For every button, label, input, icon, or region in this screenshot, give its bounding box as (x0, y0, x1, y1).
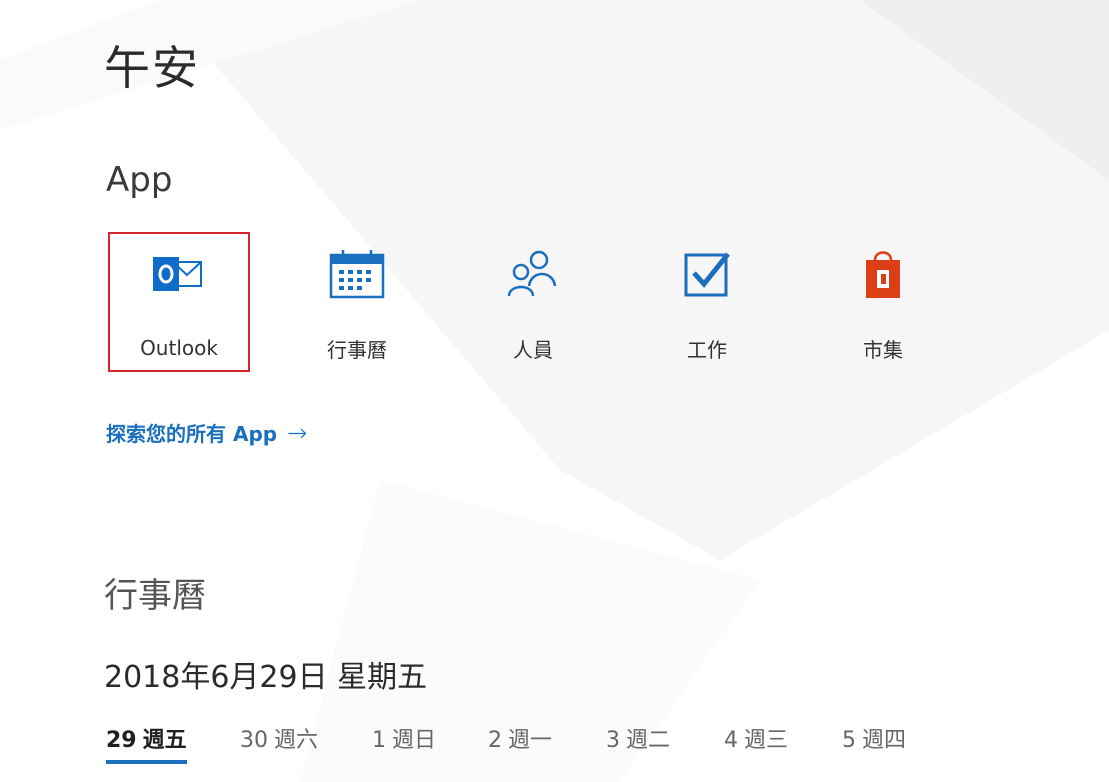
day-tab-5[interactable]: 5 週四 (842, 722, 906, 764)
day-weekday: 週三 (744, 728, 789, 753)
active-day-underline (106, 760, 187, 764)
day-weekday: 週四 (862, 728, 907, 753)
app-tile-store[interactable]: 市集 (812, 232, 954, 372)
day-tabs: 29 週五 30 週六 1 週日 2 週一 3 週二 4 週三 5 週四 (106, 722, 1006, 772)
day-number: 1 (372, 728, 386, 753)
people-icon (507, 250, 557, 297)
home-page: 午安 App Outlook 行事曆 人員 工作 市集 探索您的所有 App →… (0, 0, 1109, 782)
explore-link-label: 探索您的所有 App (106, 422, 278, 446)
day-tab-3[interactable]: 3 週二 (606, 722, 670, 764)
day-weekday: 週六 (274, 728, 319, 753)
app-tile-calendar[interactable]: 行事曆 (286, 232, 428, 372)
day-tab-29[interactable]: 29 週五 (106, 722, 187, 764)
day-weekday: 週五 (142, 728, 187, 753)
app-tile-people[interactable]: 人員 (462, 232, 604, 372)
app-label-people: 人員 (513, 338, 553, 362)
day-weekday: 週一 (508, 728, 553, 753)
app-tile-outlook[interactable]: Outlook (108, 232, 250, 372)
day-weekday: 週日 (392, 728, 437, 753)
calendar-icon (329, 250, 385, 299)
app-label-calendar: 行事曆 (327, 338, 387, 362)
greeting-heading: 午安 (104, 41, 200, 95)
current-date: 2018年6月29日 星期五 (104, 660, 428, 695)
app-label-outlook: Outlook (140, 336, 218, 360)
explore-all-apps-link[interactable]: 探索您的所有 App → (106, 418, 307, 447)
arrow-right-icon: → (287, 418, 308, 447)
outlook-icon (153, 257, 202, 291)
app-label-store: 市集 (863, 338, 903, 362)
tasks-checkbox-icon (684, 252, 730, 297)
day-number: 30 (240, 728, 268, 753)
store-bag-icon (866, 251, 900, 298)
day-number: 4 (724, 728, 738, 753)
day-number: 2 (488, 728, 502, 753)
day-tab-2[interactable]: 2 週一 (488, 722, 552, 764)
app-launcher: Outlook 行事曆 人員 工作 市集 (108, 232, 1008, 374)
day-weekday: 週二 (626, 728, 671, 753)
calendar-section-title: 行事曆 (104, 576, 206, 616)
day-tab-4[interactable]: 4 週三 (724, 722, 788, 764)
app-label-tasks: 工作 (687, 338, 727, 362)
apps-section-title: App (106, 160, 173, 200)
app-tile-tasks[interactable]: 工作 (636, 232, 778, 372)
day-number: 3 (606, 728, 620, 753)
day-number: 5 (842, 728, 856, 753)
day-number: 29 (106, 728, 137, 753)
day-tab-1[interactable]: 1 週日 (372, 722, 436, 764)
day-tab-30[interactable]: 30 週六 (240, 722, 318, 764)
